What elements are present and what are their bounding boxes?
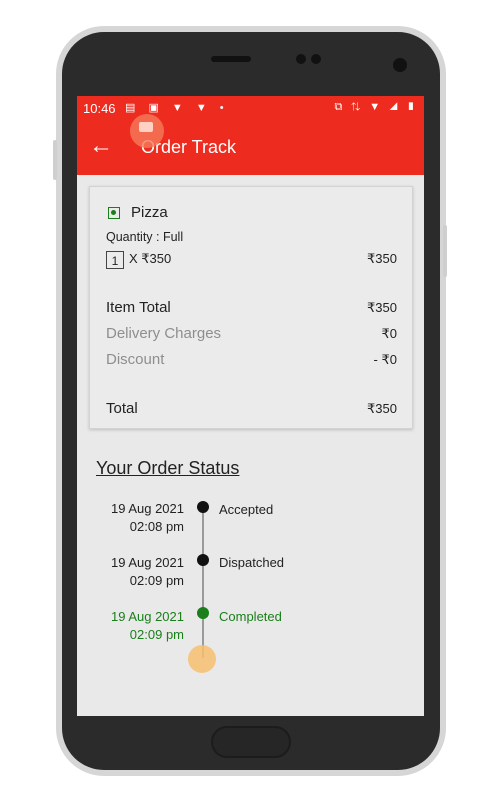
discount-label: Discount xyxy=(106,351,165,368)
item-total-label: Item Total xyxy=(106,299,171,316)
step-date: 19 Aug 2021 xyxy=(110,555,184,570)
veg-indicator-icon xyxy=(108,207,120,219)
step-date: 19 Aug 2021 xyxy=(110,501,184,516)
step-time: 02:08 pm xyxy=(129,519,184,534)
step-status: Accepted xyxy=(219,502,274,517)
timeline-step-date: 19 Aug 2021 02:08 pm xyxy=(111,500,184,536)
step-time: 02:09 pm xyxy=(129,573,184,588)
earpiece-speaker xyxy=(211,56,251,62)
sensor-dot xyxy=(311,54,321,64)
qty-count: 1 xyxy=(106,251,124,269)
timeline-step-date: 19 Aug 2021 02:09 pm xyxy=(111,554,184,590)
home-button[interactable] xyxy=(211,726,291,758)
step-date: 19 Aug 2021 xyxy=(110,609,184,624)
notification-icons: ▤ ▣ ▼ ▼ • xyxy=(125,102,229,114)
volume-button xyxy=(443,225,447,277)
item-name: Pizza xyxy=(131,204,168,221)
status-time: 10:46 xyxy=(83,101,116,116)
timeline-step-date: 19 Aug 2021 02:09 pm xyxy=(111,608,184,644)
total-value: ₹350 xyxy=(367,401,397,416)
discount-value: - ₹0 xyxy=(373,352,397,367)
back-arrow-icon[interactable]: ← xyxy=(89,132,113,160)
item-total-value: ₹350 xyxy=(367,300,397,315)
order-status-heading: Your Order Status xyxy=(96,458,240,478)
status-bar: 10:46 ▤ ▣ ▼ ▼ • ⧉ ⇅ ▼ ◢ ▮ xyxy=(77,96,424,122)
timeline-dot xyxy=(197,554,209,566)
timeline-dot xyxy=(197,607,209,619)
delivery-charges-value: ₹0 xyxy=(381,326,397,341)
timeline-dot xyxy=(197,501,209,513)
system-status-icons: ⧉ ⇅ ▼ ◢ ▮ xyxy=(334,101,418,113)
total-label: Total xyxy=(106,400,138,417)
front-camera xyxy=(393,58,407,72)
step-time: 02:09 pm xyxy=(129,627,184,642)
power-button xyxy=(53,140,57,180)
app-screen: 10:46 ▤ ▣ ▼ ▼ • ⧉ ⇅ ▼ ◢ ▮ ← Order Track … xyxy=(77,96,424,716)
item-quantity: Quantity : Full xyxy=(106,230,184,244)
line-total: ₹350 xyxy=(367,251,397,266)
sensor-dot xyxy=(296,54,306,64)
step-status: Dispatched xyxy=(219,555,285,570)
step-status: Completed xyxy=(219,609,282,624)
video-camera-icon xyxy=(139,122,153,132)
timeline-line xyxy=(202,508,204,658)
unit-price: X ₹350 xyxy=(129,251,172,266)
delivery-charges-label: Delivery Charges xyxy=(106,325,222,342)
order-summary-card: Pizza Quantity : Full 1 X ₹350 ₹350 Item… xyxy=(89,186,413,429)
touch-indicator xyxy=(188,645,216,673)
